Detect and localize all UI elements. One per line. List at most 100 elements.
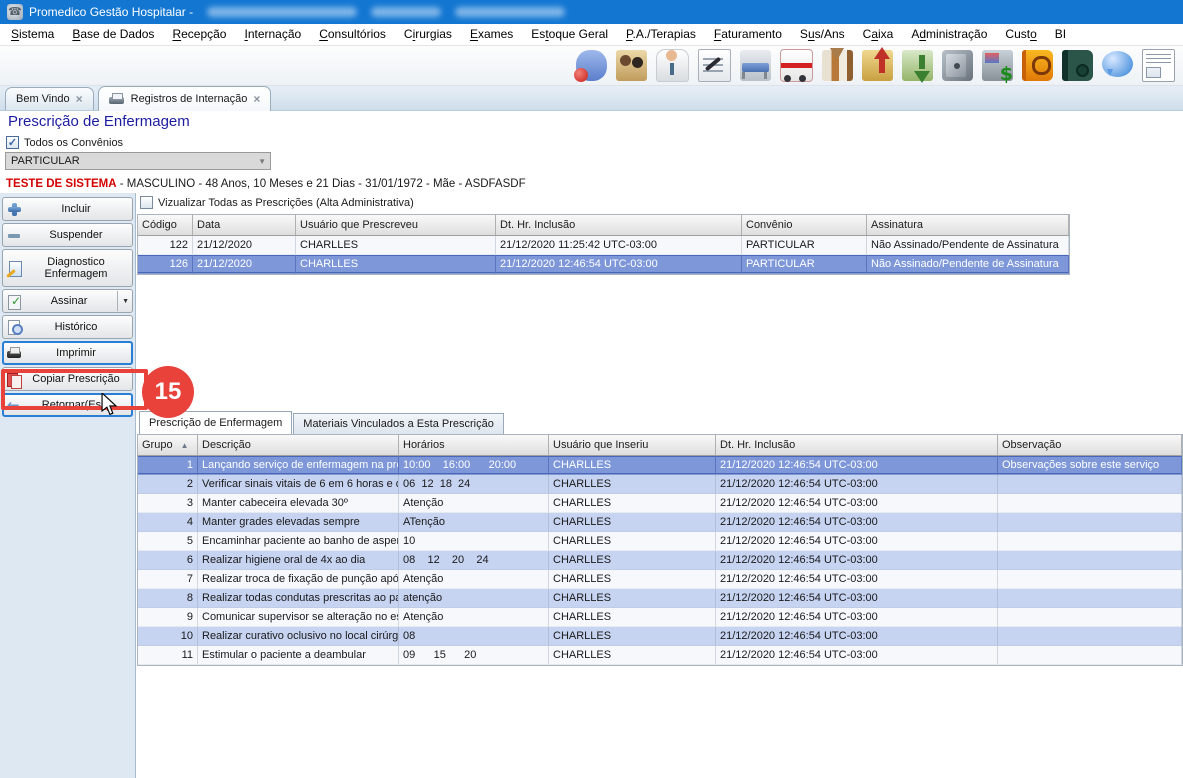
column-header-usuario-que-inseriu[interactable]: Usuário que Inseriu (549, 435, 716, 455)
column-header-horarios[interactable]: Horários (399, 435, 549, 455)
column-header-dt-hr-inclusao[interactable]: Dt. Hr. Inclusão (496, 215, 742, 235)
close-icon[interactable]: × (76, 93, 83, 105)
sidebar-button-diagnostico-enfermagem[interactable]: Diagnostico Enfermagem (2, 249, 133, 287)
cell-grupo: 9 (138, 608, 198, 627)
menu-sistema[interactable]: Sistema (2, 24, 63, 45)
table-row[interactable]: 2Verificar sinais vitais de 6 em 6 horas… (138, 475, 1182, 494)
table-row[interactable]: 4Manter grades elevadas sempreATençãoCHA… (138, 513, 1182, 532)
menu-base-de-dados[interactable]: Base de Dados (63, 24, 163, 45)
table-row[interactable]: 7Realizar troca de fixação de punção apó… (138, 570, 1182, 589)
menu-administracao[interactable]: Administração (902, 24, 996, 45)
sidebar-button-imprimir[interactable]: Imprimir (2, 341, 133, 365)
safe-icon[interactable] (942, 50, 973, 81)
pharmacy-stock-icon[interactable] (822, 50, 853, 81)
prescription-icon[interactable] (698, 49, 731, 82)
menubar: SistemaBase de DadosRecepçãoInternaçãoCo… (0, 24, 1183, 46)
copy-icon (6, 371, 23, 388)
bed-icon[interactable] (740, 50, 771, 81)
detail-tab-prescricao-de-enfermagem[interactable]: Prescrição de Enfermagem (139, 411, 292, 434)
close-icon[interactable]: × (253, 93, 260, 105)
sidebar-button-suspender[interactable]: Suspender (2, 223, 133, 247)
column-header-grupo[interactable]: Grupo▲ (138, 435, 198, 455)
column-header-observacao[interactable]: Observação (998, 435, 1182, 455)
table-row[interactable]: 12621/12/2020CHARLLES21/12/2020 12:46:54… (138, 255, 1069, 274)
table-row[interactable]: 11Estimular o paciente a deambular09 15 … (138, 646, 1182, 665)
cell-horarios: 09 15 20 (399, 646, 549, 665)
cell-descricao: Comunicar supervisor se alteração no es (198, 608, 399, 627)
revenue-up-icon[interactable] (862, 50, 893, 81)
phone-book-icon[interactable] (1022, 50, 1053, 81)
cash-register-icon[interactable] (982, 50, 1013, 81)
menu-exames[interactable]: Exames (461, 24, 522, 45)
detail-tab-label: Prescrição de Enfermagem (149, 417, 282, 429)
button-label: Suspender (23, 229, 129, 241)
table-row[interactable]: 6Realizar higiene oral de 4x ao dia08 12… (138, 551, 1182, 570)
tab-bar: Bem Vindo× Registros de Internação × (0, 86, 1183, 111)
menu-caixa[interactable]: Caixa (854, 24, 903, 45)
patient-details: - MASCULINO - 48 Anos, 10 Meses e 21 Dia… (117, 178, 526, 190)
checkbox-unchecked-icon[interactable] (140, 196, 153, 209)
table-row[interactable]: 1Lançando serviço de enfermagem na pre10… (138, 456, 1182, 475)
cell-descricao: Encaminhar paciente ao banho de aspers (198, 532, 399, 551)
table-row[interactable]: 9Comunicar supervisor se alteração no es… (138, 608, 1182, 627)
convenio-select[interactable]: PARTICULAR ▼ (5, 152, 271, 170)
column-header-dt-hr-inclusao[interactable]: Dt. Hr. Inclusão (716, 435, 998, 455)
table-row[interactable]: 12221/12/2020CHARLLES21/12/2020 11:25:42… (138, 236, 1069, 255)
column-header-convenio[interactable]: Convênio (742, 215, 867, 235)
patient-sync-icon[interactable] (576, 50, 607, 81)
show-all-prescriptions-checkbox[interactable]: Vizualizar Todas as Prescrições (Alta Ad… (140, 196, 414, 209)
tab-label: Registros de Internação (131, 93, 248, 105)
sidebar-button-incluir[interactable]: Incluir (2, 197, 133, 221)
tab-bem-vindo[interactable]: Bem Vindo× (5, 87, 94, 110)
column-header-codigo[interactable]: Código (138, 215, 193, 235)
printer-icon (109, 93, 125, 105)
prescriptions-table: CódigoDataUsuário que PrescreveuDt. Hr. … (137, 214, 1070, 275)
menu-faturamento[interactable]: Faturamento (705, 24, 791, 45)
sidebar-button-copiar-prescricao[interactable]: Copiar Prescrição (2, 367, 133, 391)
menu-sus-ans[interactable]: Sus/Ans (791, 24, 854, 45)
column-header-data[interactable]: Data (193, 215, 296, 235)
menu-bi[interactable]: BI (1046, 24, 1075, 45)
cell-observacao (998, 475, 1182, 494)
table-row[interactable]: 8Realizar todas condutas prescritas ao p… (138, 589, 1182, 608)
payment-down-icon[interactable] (902, 50, 933, 81)
table-row[interactable]: 5Encaminhar paciente ao banho de aspers1… (138, 532, 1182, 551)
suspend-icon (6, 227, 23, 244)
cell-dt-hr-inclusao: 21/12/2020 12:46:54 UTC-03:00 (716, 646, 998, 665)
sidebar-button-assinar[interactable]: Assinar▼ (2, 289, 133, 313)
doctor-icon[interactable] (656, 49, 689, 82)
column-header-usuario-que-prescreveu[interactable]: Usuário que Prescreveu (296, 215, 496, 235)
cell-grupo: 4 (138, 513, 198, 532)
column-header-assinatura[interactable]: Assinatura (867, 215, 1069, 235)
sidebar-button-retornar-esc[interactable]: Retornar(Esc) (2, 393, 133, 417)
cell-descricao: Lançando serviço de enfermagem na pre (198, 456, 399, 475)
chat-icon[interactable] (1102, 51, 1133, 77)
cell-grupo: 2 (138, 475, 198, 494)
sidebar-button-historico[interactable]: Histórico (2, 315, 133, 339)
tab-registros-de-internacao[interactable]: Registros de Internação × (98, 86, 272, 111)
menu-estoque-geral[interactable]: Estoque Geral (522, 24, 617, 45)
cell-codigo: 126 (138, 255, 193, 274)
invoice-icon[interactable] (1142, 49, 1175, 82)
column-header-descricao[interactable]: Descrição (198, 435, 399, 455)
cell-assinatura: Não Assinado/Pendente de Assinatura (867, 255, 1069, 274)
menu-consultorios[interactable]: Consultórios (310, 24, 395, 45)
menu-cirurgias[interactable]: Cirurgias (395, 24, 461, 45)
menu-recepcao[interactable]: Recepção (163, 24, 235, 45)
cell-dt-hr-inclusao: 21/12/2020 12:46:54 UTC-03:00 (716, 551, 998, 570)
table-row[interactable]: 10Realizar curativo oclusivo no local ci… (138, 627, 1182, 646)
table-row[interactable]: 3Manter cabeceira elevada 30ºAtençãoCHAR… (138, 494, 1182, 513)
menu-custo[interactable]: Custo (996, 24, 1045, 45)
cell-convenio: PARTICULAR (742, 236, 867, 255)
menu-internacao[interactable]: Internação (235, 24, 310, 45)
chevron-down-icon: ▼ (258, 157, 266, 166)
all-convenios-checkbox[interactable]: ✓ Todos os Convênios (6, 136, 123, 149)
reception-icon[interactable] (616, 50, 647, 81)
checkbox-checked-icon[interactable]: ✓ (6, 136, 19, 149)
detail-tab-materiais-vinculados-a-esta-prescricao[interactable]: Materiais Vinculados a Esta Prescrição (293, 413, 504, 434)
menu-p-a-terapias[interactable]: P.A./Terapias (617, 24, 705, 45)
dropdown-arrow-icon[interactable]: ▼ (117, 291, 129, 311)
cell-horarios: 10:00 16:00 20:00 (399, 456, 549, 475)
ambulance-icon[interactable] (780, 49, 813, 82)
ledger-book-icon[interactable] (1062, 50, 1093, 81)
